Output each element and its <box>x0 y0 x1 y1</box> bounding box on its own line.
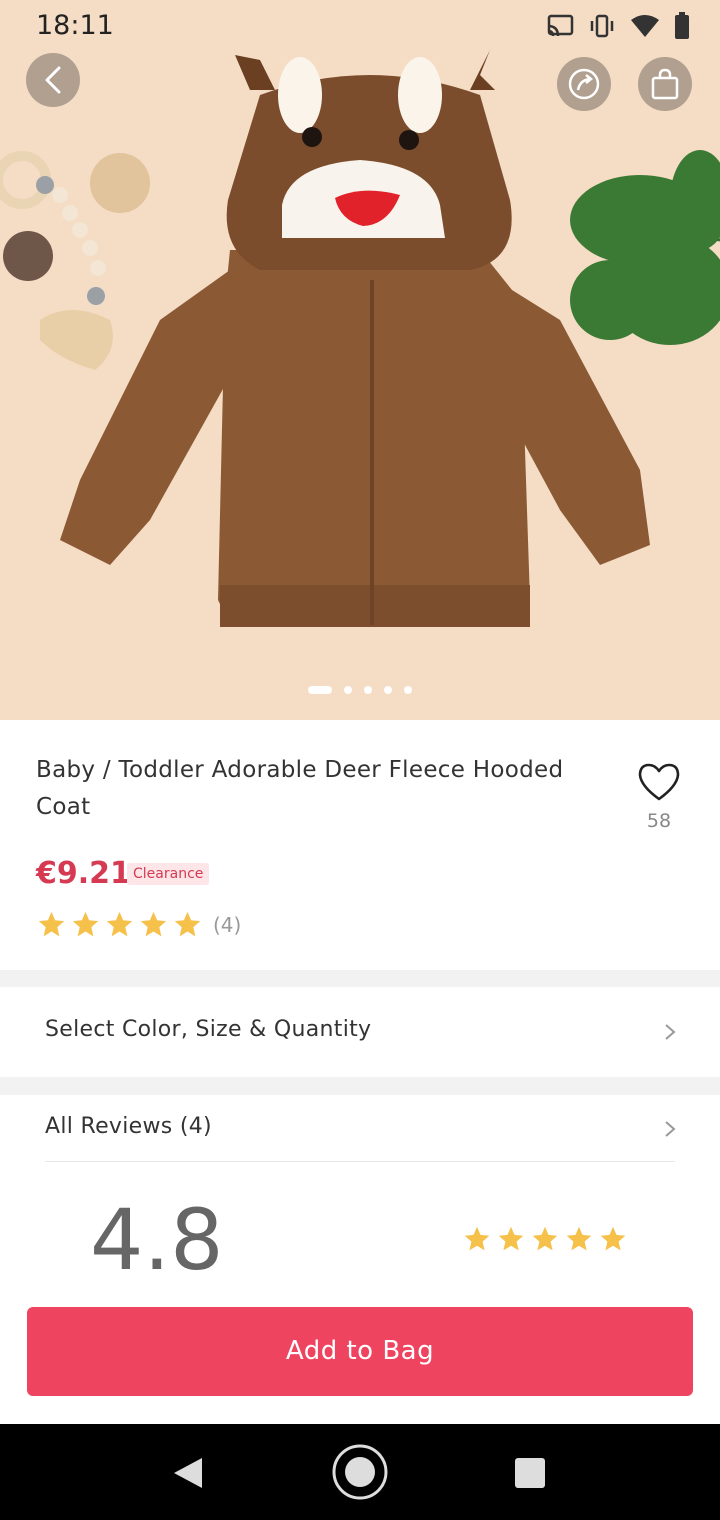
product-image <box>0 0 720 720</box>
section-divider <box>0 1077 720 1095</box>
status-time: 18:11 <box>36 10 114 41</box>
favorite-button[interactable]: 58 <box>630 762 688 832</box>
heart-icon <box>638 763 680 801</box>
star-icon <box>140 911 167 937</box>
chevron-left-icon <box>45 66 61 94</box>
battery-icon <box>674 12 690 44</box>
share-button[interactable] <box>557 57 611 111</box>
divider <box>45 1161 675 1162</box>
carousel-dot <box>364 686 372 694</box>
rating-count: (4) <box>213 912 242 937</box>
system-nav-bar <box>0 1424 720 1520</box>
favorite-count: 58 <box>646 810 672 832</box>
back-button[interactable] <box>26 53 80 107</box>
chevron-right-icon <box>665 1121 676 1137</box>
share-icon <box>568 68 600 100</box>
shopping-bag-button[interactable] <box>638 57 692 111</box>
review-score: 4.8 <box>90 1191 224 1289</box>
vibrate-icon <box>588 14 616 42</box>
nav-back-icon[interactable] <box>172 1456 204 1490</box>
add-to-bag-button[interactable]: Add to Bag <box>27 1307 693 1396</box>
product-image-carousel[interactable]: 18:11 <box>0 0 720 720</box>
wifi-icon <box>630 14 660 42</box>
star-icon <box>464 1226 490 1251</box>
star-icon <box>498 1226 524 1251</box>
all-reviews-label: All Reviews (4) <box>45 1114 212 1139</box>
chevron-right-icon <box>665 1024 676 1040</box>
star-icon <box>566 1226 592 1251</box>
carousel-dot <box>344 686 352 694</box>
select-options-row[interactable]: Select Color, Size & Quantity <box>0 987 720 1077</box>
section-divider <box>0 970 720 987</box>
nav-recents-icon[interactable] <box>514 1457 546 1489</box>
nav-home-icon[interactable] <box>331 1443 389 1501</box>
product-price: €9.21 <box>36 856 131 891</box>
all-reviews-row[interactable]: All Reviews (4) <box>0 1095 720 1161</box>
star-icon <box>532 1226 558 1251</box>
select-options-label: Select Color, Size & Quantity <box>45 1017 372 1042</box>
product-title: Baby / Toddler Adorable Deer Fleece Hood… <box>36 757 564 820</box>
clearance-badge: Clearance <box>127 863 210 885</box>
cast-icon <box>546 14 574 42</box>
carousel-dot <box>384 686 392 694</box>
product-rating[interactable]: (4) <box>37 910 241 939</box>
product-info: Baby / Toddler Adorable Deer Fleece Hood… <box>0 720 720 970</box>
carousel-dot <box>404 686 412 694</box>
star-icon <box>174 911 201 937</box>
carousel-indicator <box>0 686 720 694</box>
star-icon <box>38 911 65 937</box>
status-icons <box>546 12 690 44</box>
status-bar: 18:11 <box>0 0 720 54</box>
carousel-dot-active <box>308 686 332 694</box>
star-icon <box>72 911 99 937</box>
review-stars <box>463 1225 633 1253</box>
star-icon <box>600 1226 626 1251</box>
star-icon <box>106 911 133 937</box>
shopping-bag-icon <box>651 68 679 100</box>
